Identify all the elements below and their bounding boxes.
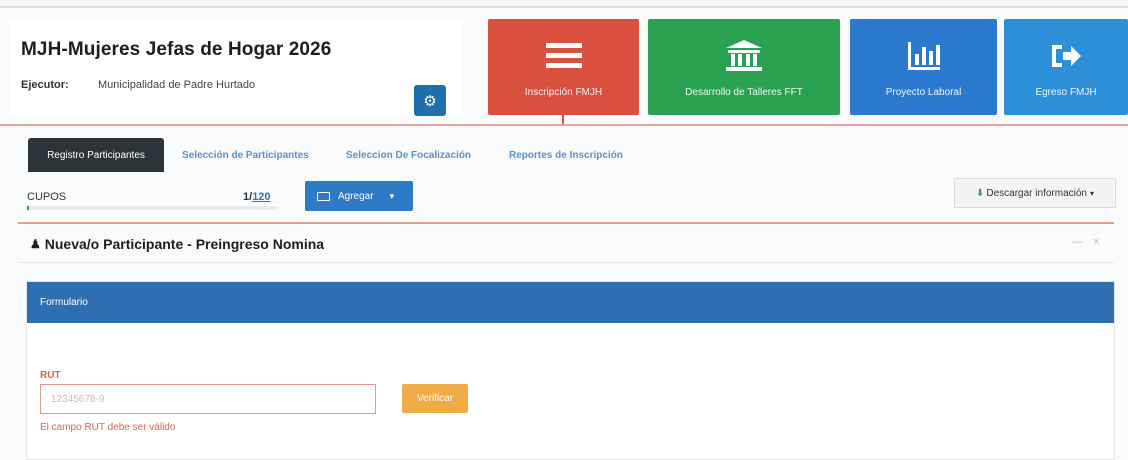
list-icon bbox=[544, 35, 584, 77]
tab-registro-participantes[interactable]: Registro Participantes bbox=[28, 138, 164, 172]
cupos-progress-fill bbox=[27, 206, 29, 210]
form-panel: Formulario RUT Verificar El campo RUT de… bbox=[26, 281, 1115, 460]
cupos-total[interactable]: 120 bbox=[252, 191, 270, 203]
tab-seleccion-focalizacion[interactable]: Seleccion De Focalización bbox=[346, 138, 471, 172]
settings-button[interactable]: ⚙ bbox=[414, 85, 446, 116]
rut-error-message: El campo RUT debe ser válido bbox=[40, 422, 176, 433]
download-icon: ⬇ bbox=[975, 187, 985, 199]
caret-down-icon: ▾ bbox=[1089, 188, 1094, 198]
header-card: MJH-Mujeres Jefas de Hogar 2026 Ejecutor… bbox=[10, 22, 462, 116]
collapse-icon[interactable]: — bbox=[1072, 236, 1083, 248]
tile-label: Inscripción FMJH bbox=[524, 87, 603, 98]
tile-label: Egreso FMJH bbox=[1035, 87, 1097, 98]
tile-proyecto-laboral[interactable]: Proyecto Laboral bbox=[850, 19, 997, 115]
gear-icon: ⚙ bbox=[423, 92, 437, 110]
tile-egreso[interactable]: Egreso FMJH bbox=[1004, 19, 1128, 115]
section-title: ♟ Nueva/o Participante - Preingreso Nomi… bbox=[30, 236, 324, 252]
bar-chart-icon bbox=[904, 35, 944, 77]
form-header: Formulario bbox=[27, 282, 1114, 323]
add-button-label: Agregar bbox=[338, 190, 374, 202]
cupos-label: CUPOS bbox=[27, 191, 67, 203]
top-strip bbox=[0, 0, 1128, 8]
cupos-progress-bar bbox=[27, 206, 277, 210]
sign-out-icon bbox=[1049, 35, 1083, 77]
executor-value: Municipalidad de Padre Hurtado bbox=[98, 79, 256, 91]
executor-label: Ejecutor: bbox=[21, 79, 69, 91]
page: MJH-Mujeres Jefas de Hogar 2026 Ejecutor… bbox=[0, 0, 1128, 460]
close-icon[interactable]: × bbox=[1093, 236, 1099, 248]
rut-input[interactable] bbox=[40, 384, 376, 414]
section-title-text: Nueva/o Participante - Preingreso Nomina bbox=[44, 236, 325, 252]
user-icon: ♟ bbox=[30, 237, 41, 251]
section-divider bbox=[18, 222, 1114, 224]
verify-button[interactable]: Verificar bbox=[402, 384, 468, 413]
rut-label: RUT bbox=[40, 370, 61, 381]
caret-down-icon: ▾ bbox=[389, 190, 395, 201]
cupos-current: 1/ bbox=[243, 191, 253, 203]
tile-inscripcion[interactable]: Inscripción FMJH bbox=[488, 19, 639, 115]
cupos-count: 1/120 bbox=[243, 191, 271, 203]
divider bbox=[18, 262, 1114, 263]
institution-icon bbox=[724, 35, 764, 77]
tab-reportes-inscripcion[interactable]: Reportes de Inscripción bbox=[509, 138, 623, 172]
divider bbox=[0, 124, 1128, 126]
tile-desarrollo-talleres[interactable]: Desarrollo de Talleres FFT bbox=[648, 19, 840, 115]
add-button[interactable]: Agregar ▾ bbox=[305, 181, 413, 211]
download-button[interactable]: ⬇ Descargar información ▾ bbox=[954, 178, 1116, 208]
id-card-icon bbox=[317, 191, 330, 201]
tile-label: Proyecto Laboral bbox=[885, 87, 962, 98]
download-button-label: Descargar información bbox=[986, 187, 1087, 199]
app-title: MJH-Mujeres Jefas de Hogar 2026 bbox=[21, 39, 332, 60]
tile-label: Desarrollo de Talleres FFT bbox=[685, 87, 803, 98]
tab-seleccion-participantes[interactable]: Selección de Participantes bbox=[182, 138, 309, 172]
